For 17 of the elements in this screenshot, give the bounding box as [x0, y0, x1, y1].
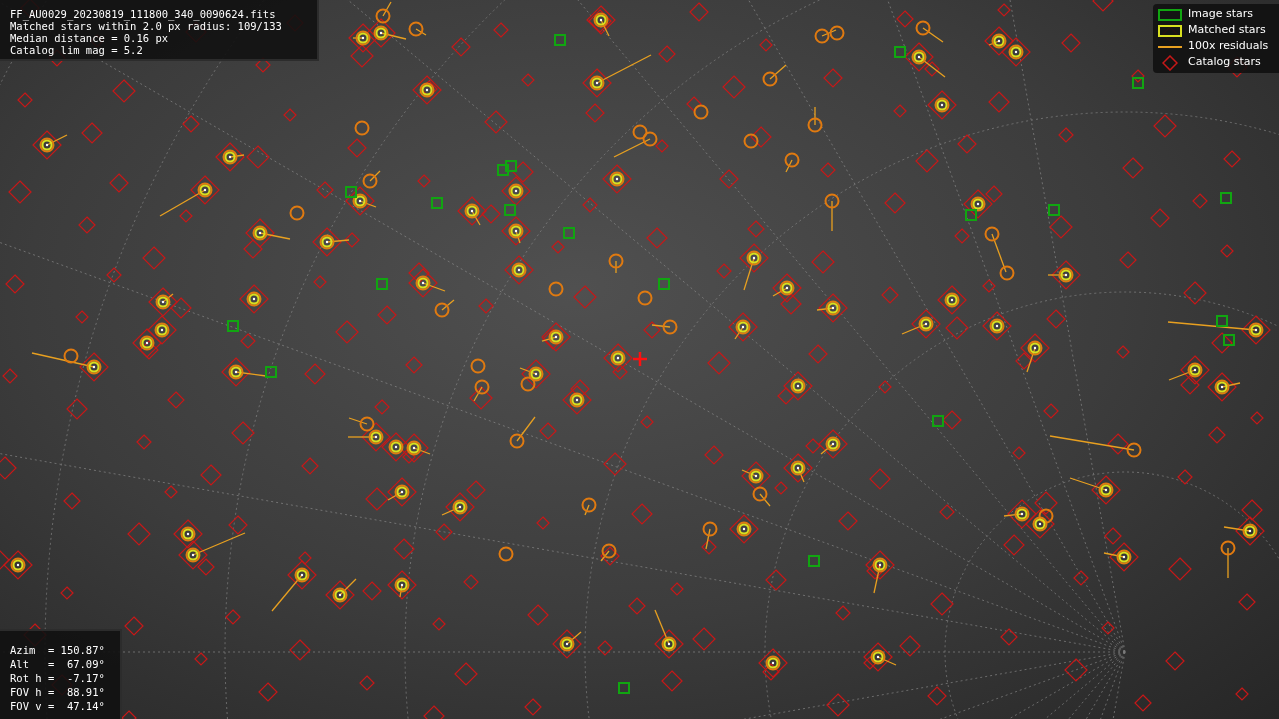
square-icon	[1158, 24, 1182, 37]
legend-label: Image stars	[1188, 6, 1253, 23]
info-text: FF_AU0029_20230819_111800_340_0090624.fits	[10, 8, 277, 20]
legend-label: 100x residuals	[1188, 38, 1269, 55]
pointing-text: FOV v = 47.14°	[10, 699, 106, 713]
pointing-text: FOV h = 88.91°	[10, 685, 106, 699]
info-text: Median distance = 0.16 px	[10, 32, 170, 44]
legend-label: Matched stars	[1188, 22, 1266, 39]
pointing-text: Azim = 150.87°	[10, 643, 106, 657]
pointing-text: Rot h = -7.17°	[10, 671, 106, 685]
info-text: Matched stars within 2.0 px radius: 109/133	[10, 20, 283, 32]
diamond-icon	[1162, 54, 1178, 71]
pointing-text: Alt = 67.09°	[10, 657, 106, 671]
line-icon	[1158, 45, 1182, 48]
square-icon	[1158, 8, 1182, 21]
info-text: Catalog lim mag = 5.2	[10, 44, 144, 56]
legend-label: Catalog stars	[1188, 54, 1261, 71]
